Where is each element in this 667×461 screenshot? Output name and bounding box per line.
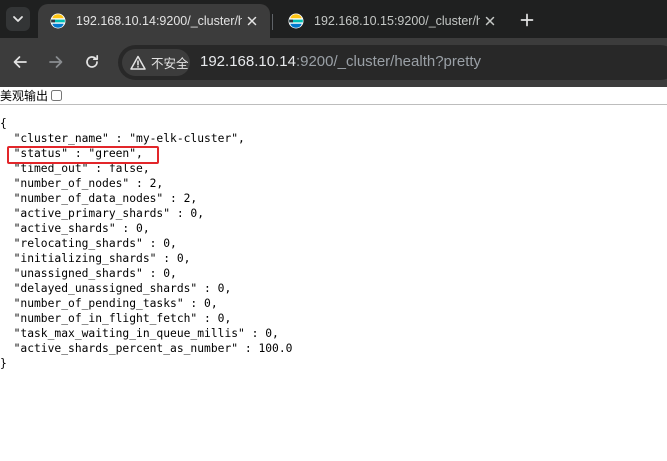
json-line: { bbox=[0, 117, 7, 130]
tab-strip: 192.168.10.14:9200/_cluster/h 192.168.10… bbox=[0, 0, 667, 38]
close-icon bbox=[247, 16, 257, 26]
tab-title: 192.168.10.15:9200/_cluster/h bbox=[314, 14, 480, 28]
reload-icon bbox=[86, 54, 99, 68]
close-icon bbox=[485, 16, 495, 26]
security-chip[interactable]: 不安全 bbox=[122, 49, 190, 76]
new-tab-button[interactable] bbox=[516, 9, 538, 31]
forward-button[interactable] bbox=[44, 50, 68, 74]
tab-close-button[interactable] bbox=[480, 11, 500, 31]
url-text[interactable]: 192.168.10.14:9200/_cluster/health?prett… bbox=[200, 53, 481, 70]
reload-button[interactable] bbox=[80, 50, 104, 74]
tab-inactive[interactable]: 192.168.10.15:9200/_cluster/h bbox=[276, 4, 508, 38]
pretty-print-label: 美观输出 bbox=[0, 89, 49, 103]
json-line: "number_of_nodes" : 2, bbox=[0, 177, 164, 190]
tab-search-button[interactable] bbox=[6, 7, 30, 31]
security-label: 不安全 bbox=[151, 57, 189, 71]
address-bar[interactable]: 不安全 192.168.10.14:9200/_cluster/health?p… bbox=[118, 45, 667, 80]
json-line: "number_of_pending_tasks" : 0, bbox=[0, 297, 218, 310]
tab-title: 192.168.10.14:9200/_cluster/h bbox=[76, 14, 242, 28]
json-line: "delayed_unassigned_shards" : 0, bbox=[0, 282, 232, 295]
json-line: "number_of_in_flight_fetch" : 0, bbox=[0, 312, 232, 325]
json-line: "active_primary_shards" : 0, bbox=[0, 207, 205, 220]
url-host: 192.168.10.14 bbox=[200, 53, 296, 70]
tab-separator bbox=[272, 14, 273, 30]
json-line: "initializing_shards" : 0, bbox=[0, 252, 191, 265]
pretty-print-bar: 美观输出 bbox=[0, 87, 667, 105]
elastic-logo-icon bbox=[288, 13, 304, 29]
url-path: :9200/_cluster/health?pretty bbox=[295, 53, 482, 70]
json-line: "task_max_waiting_in_queue_millis" : 0, bbox=[0, 327, 279, 340]
json-line: "active_shards_percent_as_number" : 100.… bbox=[0, 342, 293, 355]
back-arrow-icon bbox=[13, 56, 27, 68]
back-button[interactable] bbox=[8, 50, 32, 74]
page-content: 美观输出 { "cluster_name" : "my-elk-cluster"… bbox=[0, 87, 667, 461]
chevron-down-icon bbox=[13, 16, 23, 22]
elastic-logo-icon bbox=[50, 13, 66, 29]
not-secure-icon bbox=[130, 55, 146, 70]
plus-icon bbox=[520, 13, 534, 27]
browser-window: 192.168.10.14:9200/_cluster/h 192.168.10… bbox=[0, 0, 667, 461]
json-line: "active_shards" : 0, bbox=[0, 222, 150, 235]
toolbar: 不安全 192.168.10.14:9200/_cluster/health?p… bbox=[0, 38, 667, 87]
pretty-print-checkbox[interactable] bbox=[51, 90, 63, 101]
json-line: "cluster_name" : "my-elk-cluster", bbox=[0, 132, 245, 145]
json-line: } bbox=[0, 357, 7, 370]
json-line: "relocating_shards" : 0, bbox=[0, 237, 177, 250]
json-line: "unassigned_shards" : 0, bbox=[0, 267, 177, 280]
tab-close-button[interactable] bbox=[242, 11, 262, 31]
tab-active[interactable]: 192.168.10.14:9200/_cluster/h bbox=[38, 4, 270, 38]
forward-arrow-icon bbox=[49, 56, 63, 68]
json-line: "number_of_data_nodes" : 2, bbox=[0, 192, 198, 205]
status-highlight-box bbox=[7, 146, 159, 164]
